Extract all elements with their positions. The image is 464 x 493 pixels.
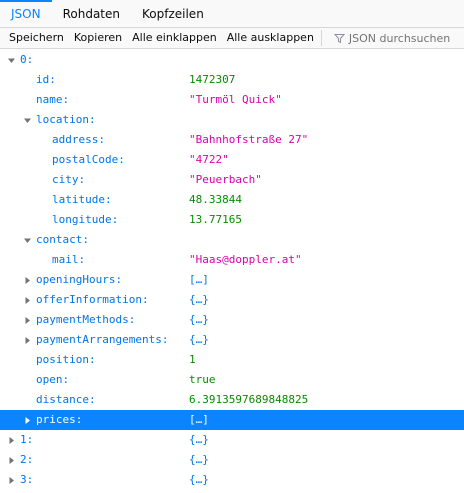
collapse-toggle-icon[interactable] [5,450,17,470]
tree-key: openingHours: [36,273,123,286]
expand-all-button[interactable]: Alle ausklappen [222,28,319,48]
tree-key: city: [52,173,86,186]
tree-value: "4722" [189,153,229,166]
tree-row-offer-information[interactable]: offerInformation: {…} [0,290,464,310]
tree-row-payment-arrangements[interactable]: paymentArrangements: {…} [0,330,464,350]
tree-value: 1 [189,353,196,366]
tree-value: true [189,373,216,386]
collapse-toggle-icon[interactable] [21,270,33,290]
tree-key: paymentMethods: [36,313,136,326]
save-button[interactable]: Speichern [0,28,69,48]
tree-value: {…} [189,433,209,446]
tree-row-city[interactable]: city: "Peuerbach" [0,170,464,190]
collapse-toggle-icon[interactable] [5,430,17,450]
tree-row-prices[interactable]: prices: […] [0,410,464,430]
tree-key: distance: [36,393,96,406]
tree-value: {…} [189,473,209,486]
tree-key: offerInformation: [36,293,149,306]
tree-value: 13.77165 [189,213,242,226]
tree-row-distance[interactable]: distance: 6.3913597689848825 [0,390,464,410]
tree-row-payment-methods[interactable]: paymentMethods: {…} [0,310,464,330]
tree-value: 48.33844 [189,193,242,206]
tree-value: {…} [189,313,209,326]
tree-row-open[interactable]: open: true [0,370,464,390]
collapse-toggle-icon[interactable] [21,290,33,310]
tab-headers[interactable]: Kopfzeilen [131,0,215,27]
tree-value: "Turmöl Quick" [189,93,282,106]
tree-row-id[interactable]: id: 1472307 [0,70,464,90]
tree-value: "Haas@doppler.at" [189,253,302,266]
tab-json[interactable]: JSON [0,0,52,27]
expand-toggle-icon[interactable] [5,50,17,70]
tree-key: paymentArrangements: [36,333,169,346]
tree-value: 1472307 [189,73,236,86]
tree-value: {…} [189,333,209,346]
tree-row-root-0[interactable]: 0: [0,50,464,70]
tree-key: longitude: [52,213,119,226]
tree-key: 3: [20,473,34,486]
tree-key: 1: [20,433,34,446]
collapse-all-button[interactable]: Alle einklappen [127,28,222,48]
filter-icon [333,33,345,43]
json-filter-input[interactable]: JSON durchsuchen [326,32,450,45]
copy-button[interactable]: Kopieren [69,28,127,48]
tree-row-address[interactable]: address: "Bahnhofstraße 27" [0,130,464,150]
toolbar-divider [320,30,322,46]
tree-row-root-1[interactable]: 1: {…} [0,430,464,450]
collapse-toggle-icon[interactable] [21,410,33,430]
expand-toggle-icon[interactable] [21,110,33,130]
tree-row-mail[interactable]: mail: "Haas@doppler.at" [0,250,464,270]
tree-key: latitude: [52,193,112,206]
tab-bar: JSON Rohdaten Kopfzeilen [0,0,464,28]
tree-key: postalCode: [52,153,125,166]
json-tree: 0: id: 1472307 name: "Turmöl Quick" loca… [0,50,464,490]
tree-value: 6.3913597689848825 [189,393,309,406]
tree-key: position: [36,353,96,366]
tree-row-position[interactable]: position: 1 [0,350,464,370]
tree-value: "Peuerbach" [189,173,262,186]
tree-row-root-3[interactable]: 3: {…} [0,470,464,490]
tree-key: mail: [52,253,86,266]
tree-key: contact: [36,233,89,246]
tree-value: {…} [189,293,209,306]
tab-raw-data[interactable]: Rohdaten [52,0,131,27]
tree-row-longitude[interactable]: longitude: 13.77165 [0,210,464,230]
tree-key: id: [36,73,56,86]
tree-value: "Bahnhofstraße 27" [189,133,309,146]
tree-key: 0: [20,53,34,66]
tree-row-contact[interactable]: contact: [0,230,464,250]
toolbar: Speichern Kopieren Alle einklappen Alle … [0,28,464,49]
tree-key: address: [52,133,105,146]
tree-value: […] [189,413,209,426]
tree-row-postalcode[interactable]: postalCode: "4722" [0,150,464,170]
tree-key: location: [36,113,96,126]
tree-row-location[interactable]: location: [0,110,464,130]
collapse-toggle-icon[interactable] [21,310,33,330]
expand-toggle-icon[interactable] [21,230,33,250]
tree-row-latitude[interactable]: latitude: 48.33844 [0,190,464,210]
json-filter-placeholder: JSON durchsuchen [348,31,451,45]
tree-key: name: [36,93,70,106]
tree-row-name[interactable]: name: "Turmöl Quick" [0,90,464,110]
tree-value: […] [189,273,209,286]
collapse-toggle-icon[interactable] [5,470,17,490]
tree-key: prices: [36,413,83,426]
collapse-toggle-icon[interactable] [21,330,33,350]
tree-row-opening-hours[interactable]: openingHours: […] [0,270,464,290]
tree-row-root-2[interactable]: 2: {…} [0,450,464,470]
tree-value: {…} [189,453,209,466]
tree-key: 2: [20,453,34,466]
tree-key: open: [36,373,70,386]
